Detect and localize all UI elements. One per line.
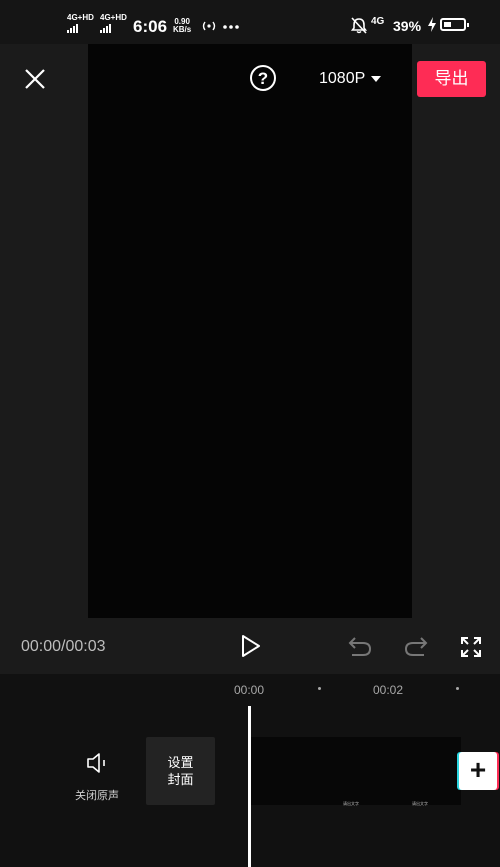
speed-unit: KB/s <box>173 25 192 34</box>
network-speed: 0.90 KB/s <box>173 18 191 34</box>
charging-icon <box>428 17 436 32</box>
playhead[interactable] <box>248 706 251 867</box>
video-clip[interactable] <box>251 737 461 805</box>
export-button[interactable]: 导出 <box>417 61 486 97</box>
hotspot-icon <box>202 21 216 31</box>
clip-caption: 请出文字 <box>412 801 428 806</box>
battery-percent: 39% <box>393 18 422 34</box>
bell-muted-icon <box>351 17 367 34</box>
status-bar: 4G+HD 4G+HD 6:06 0.90 KB/s 4G 39% <box>0 0 500 44</box>
tick-label: 00:02 <box>373 683 404 697</box>
play-icon[interactable] <box>240 634 262 658</box>
sim1-label: 4G+HD <box>67 13 94 22</box>
caret-down-icon <box>371 76 382 82</box>
undo-icon[interactable] <box>347 634 373 658</box>
resolution-label: 1080P <box>319 70 366 87</box>
tick-dot <box>456 687 459 690</box>
signal-bars-icon <box>100 24 127 33</box>
resolution-dropdown[interactable]: 1080P <box>319 70 382 88</box>
tick-label: 00:00 <box>234 683 265 697</box>
mute-label: 关闭原声 <box>75 790 119 802</box>
signal-sim2: 4G+HD <box>100 14 127 33</box>
timecode: 00:00/00:03 <box>21 638 106 655</box>
sim2-label: 4G+HD <box>100 13 127 22</box>
more-icon <box>223 25 239 29</box>
tick-dot <box>318 687 321 690</box>
speaker-icon <box>87 753 105 773</box>
set-cover-button[interactable]: 设置 封面 <box>146 737 215 805</box>
close-icon[interactable] <box>22 66 48 92</box>
add-clip-button[interactable]: + <box>459 752 497 790</box>
redo-icon[interactable] <box>403 634 429 658</box>
signal-sim1: 4G+HD <box>67 14 94 33</box>
battery-icon <box>440 18 469 31</box>
signal-bars-icon <box>67 24 94 33</box>
network-type: 4G <box>371 16 385 27</box>
clip-caption: 请出文字 <box>343 801 359 806</box>
mute-original-audio-button[interactable]: 关闭原声 <box>72 752 122 803</box>
fullscreen-icon[interactable] <box>459 635 483 659</box>
help-button[interactable]: ? <box>250 65 276 91</box>
cover-label-line1: 设置 <box>167 755 194 770</box>
video-preview[interactable] <box>88 44 412 618</box>
clock: 6:06 <box>133 17 168 36</box>
cover-label-line2: 封面 <box>167 772 194 787</box>
